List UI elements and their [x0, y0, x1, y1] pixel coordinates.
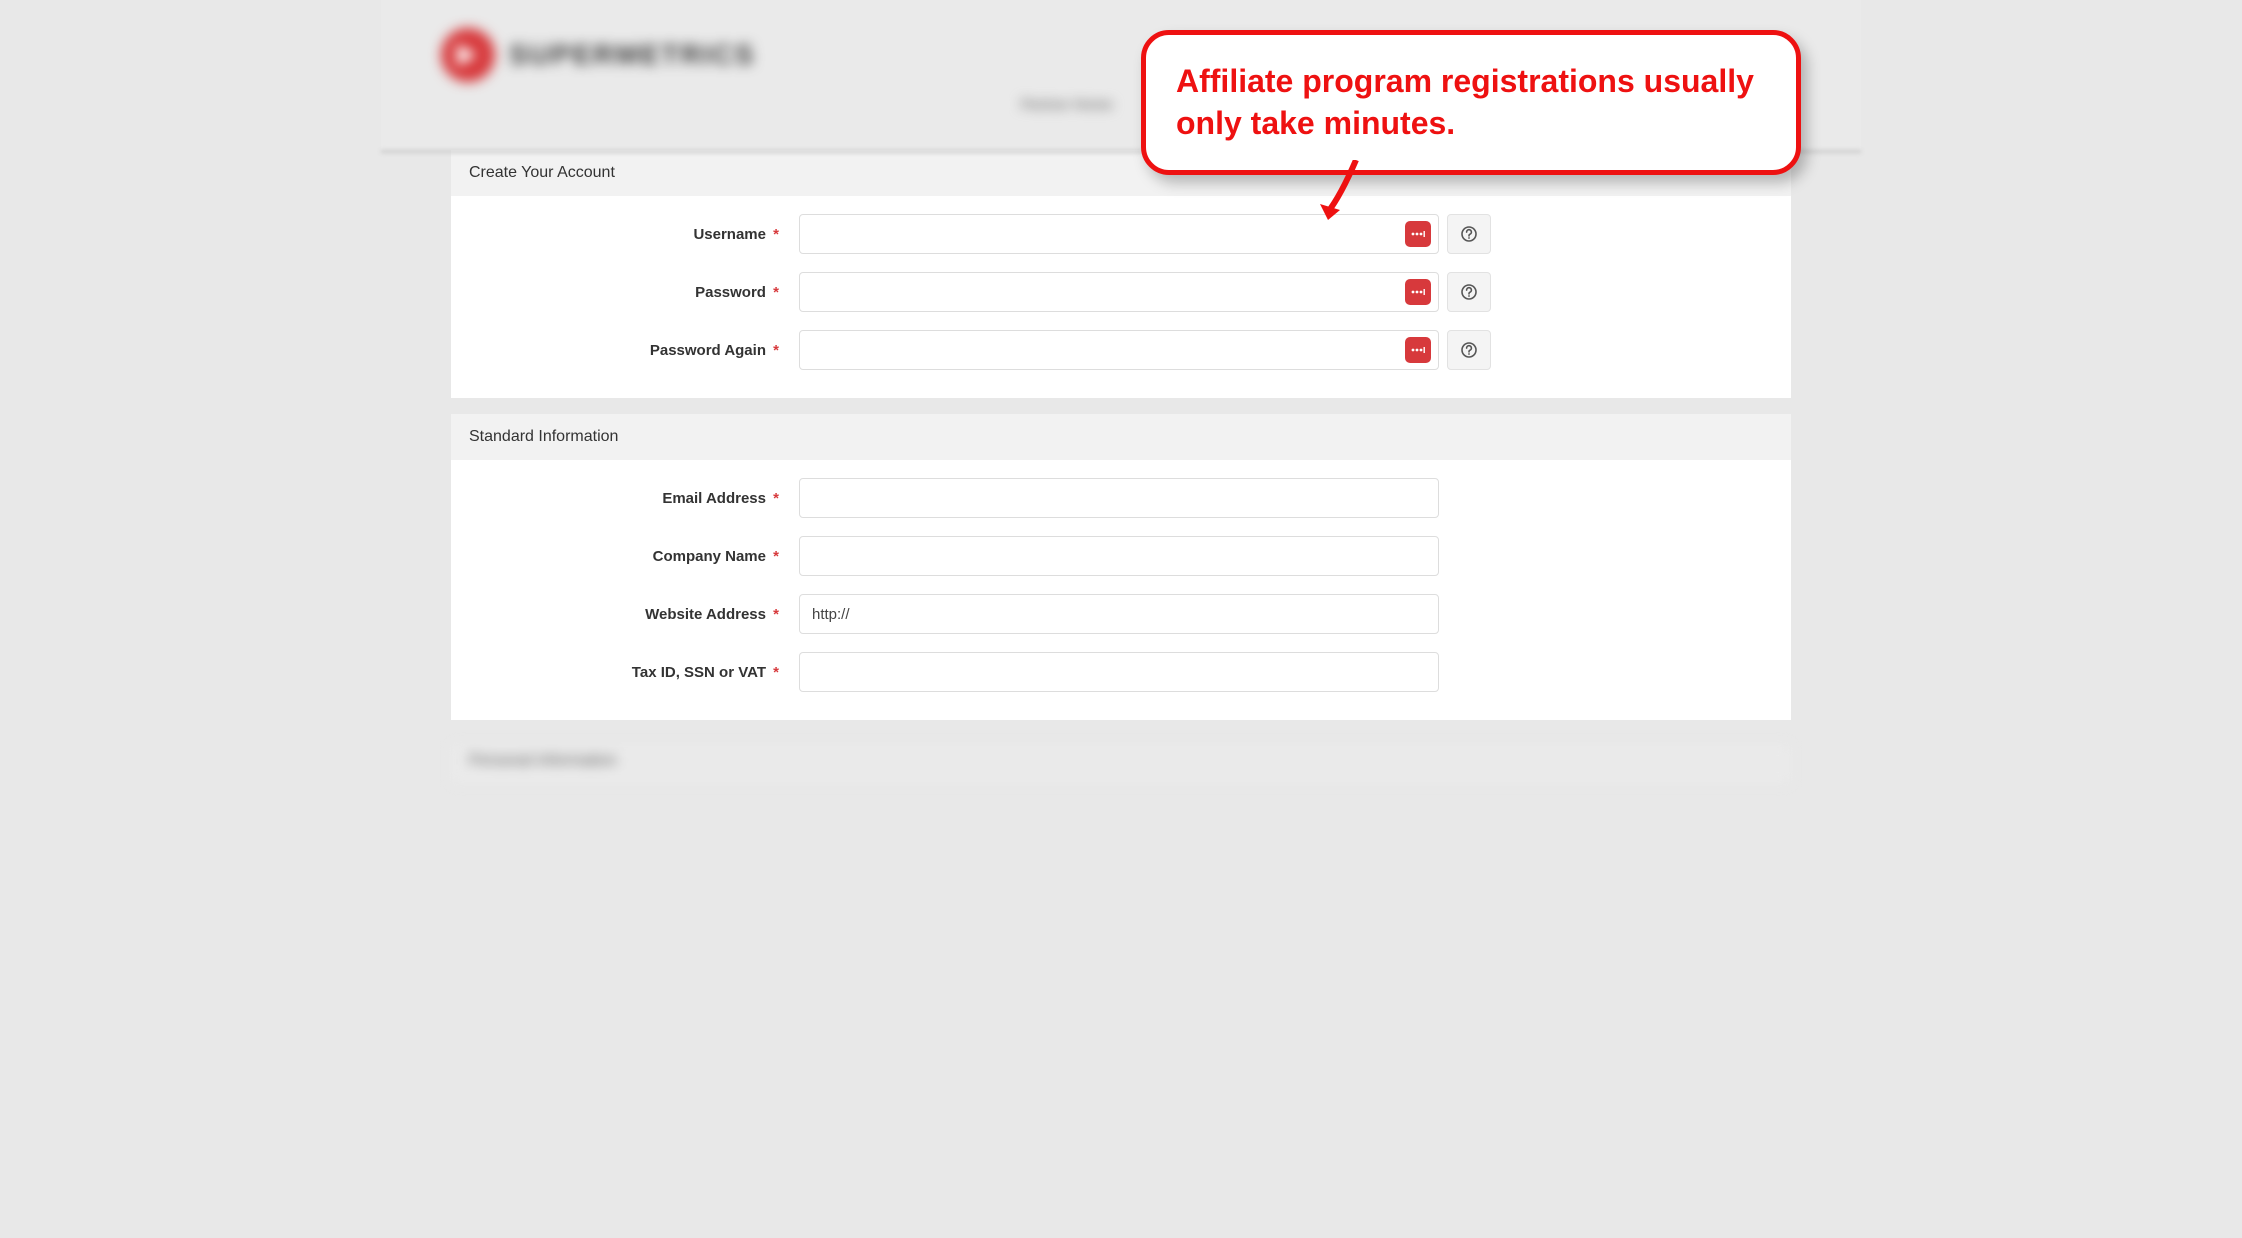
help-icon: [1461, 342, 1477, 358]
row-company: Company Name *: [469, 536, 1773, 576]
signup-form: Create Your Account Username *: [451, 150, 1791, 720]
label-email: Email Address *: [469, 490, 799, 507]
password-again-input[interactable]: [799, 330, 1439, 370]
row-tax: Tax ID, SSN or VAT *: [469, 652, 1773, 692]
section-create-account: Create Your Account Username *: [451, 150, 1791, 398]
annotation-callout: Affiliate program registrations usually …: [1141, 30, 1801, 175]
row-password-again: Password Again *: [469, 330, 1773, 370]
label-company: Company Name *: [469, 548, 799, 565]
label-website: Website Address *: [469, 606, 799, 623]
help-button-password[interactable]: [1447, 272, 1491, 312]
brand-name: SUPERMETRICS: [509, 39, 755, 71]
annotation-arrow-icon: [1316, 160, 1376, 230]
help-icon: [1461, 226, 1477, 242]
nav-item-partner-home: Partner Home: [1021, 96, 1113, 112]
annotation-text: Affiliate program registrations usually …: [1176, 61, 1766, 144]
label-tax: Tax ID, SSN or VAT *: [469, 664, 799, 681]
password-manager-icon[interactable]: [1405, 221, 1431, 247]
company-input[interactable]: [799, 536, 1439, 576]
row-website: Website Address *: [469, 594, 1773, 634]
password-input[interactable]: [799, 272, 1439, 312]
brand-logo: SUPERMETRICS: [441, 28, 755, 82]
help-button-password-again[interactable]: [1447, 330, 1491, 370]
section-title-standard-info: Standard Information: [451, 414, 1791, 460]
brand-logo-icon: [441, 28, 495, 82]
row-email: Email Address *: [469, 478, 1773, 518]
row-username: Username *: [469, 214, 1773, 254]
label-password-again: Password Again *: [469, 342, 799, 359]
label-password: Password *: [469, 284, 799, 301]
tax-input[interactable]: [799, 652, 1439, 692]
password-manager-icon[interactable]: [1405, 279, 1431, 305]
row-password: Password *: [469, 272, 1773, 312]
section-personal-info-blurred: Personal Information: [451, 744, 1791, 784]
email-input[interactable]: [799, 478, 1439, 518]
help-icon: [1461, 284, 1477, 300]
website-input[interactable]: [799, 594, 1439, 634]
label-username: Username *: [469, 226, 799, 243]
help-button-username[interactable]: [1447, 214, 1491, 254]
password-manager-icon[interactable]: [1405, 337, 1431, 363]
section-standard-info: Standard Information Email Address *: [451, 414, 1791, 720]
